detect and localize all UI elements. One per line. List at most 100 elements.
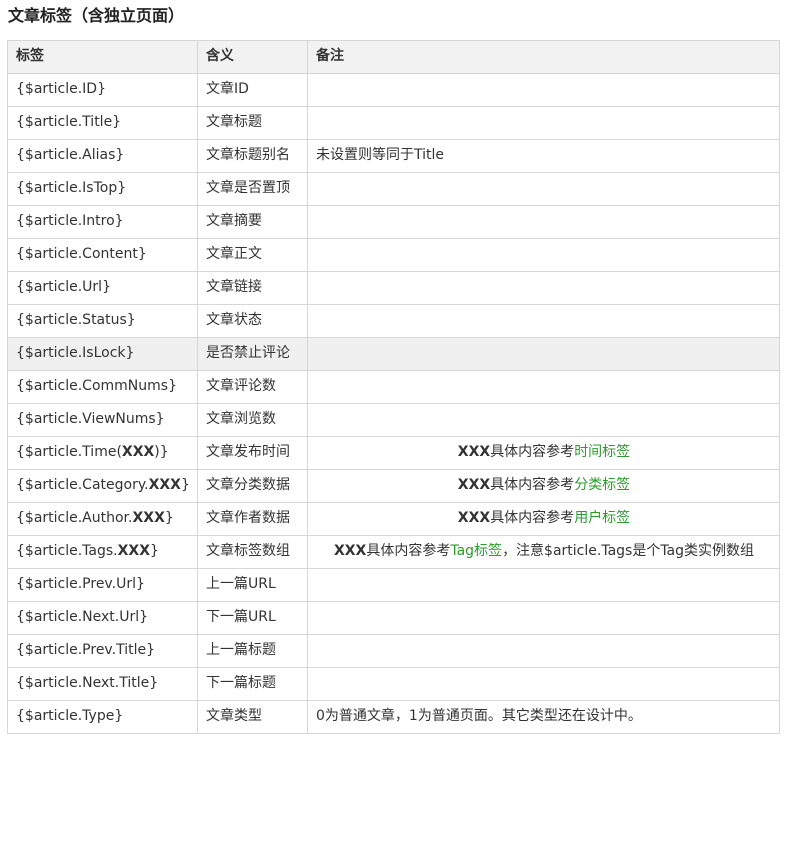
table-row: {$article.CommNums} 文章评论数 [7,370,780,404]
tag-prefix: {$article.Category. [16,477,149,493]
note-tail: ，注意$article.Tags是个Tag类实例数组 [502,543,755,559]
table-row: {$article.Title} 文章标题 [7,106,780,140]
tag-placeholder: XXX [132,510,165,526]
tag-cell: {$article.Next.Url} [7,601,198,635]
tag-cell: {$article.Intro} [7,205,198,239]
table-row: {$article.Type} 文章类型 0为普通文章，1为普通页面。其它类型还… [7,700,780,734]
header-note: 备注 [307,40,780,74]
table-row: {$article.IsTop} 文章是否置顶 [7,172,780,206]
note-cell [307,73,780,107]
header-meaning: 含义 [197,40,308,74]
note-link-user-tags[interactable]: 用户标签 [574,510,630,526]
table-row: {$article.Content} 文章正文 [7,238,780,272]
note-link-tag-tags[interactable]: Tag标签 [450,543,502,559]
note-cell [307,304,780,338]
meaning-cell: 文章评论数 [197,370,308,404]
table-row: {$article.ID} 文章ID [7,73,780,107]
table-row: {$article.Intro} 文章摘要 [7,205,780,239]
note-text: 具体内容参考 [490,477,575,493]
meaning-cell: 是否禁止评论 [197,337,308,371]
note-cell [307,238,780,272]
meaning-cell: 文章标题 [197,106,308,140]
note-text: 具体内容参考 [490,444,575,460]
note-cell: XXX具体内容参考时间标签 [307,436,780,470]
note-cell: XXX具体内容参考Tag标签，注意$article.Tags是个Tag类实例数组 [307,535,780,569]
tag-cell: {$article.Type} [7,700,198,734]
tag-table: 标签 含义 备注 {$article.ID} 文章ID {$article.Ti… [7,40,780,734]
tag-cell: {$article.Next.Title} [7,667,198,701]
meaning-cell: 文章状态 [197,304,308,338]
meaning-cell: 下一篇标题 [197,667,308,701]
note-cell [307,601,780,635]
note-cell [307,634,780,668]
meaning-cell: 文章标题别名 [197,139,308,173]
meaning-cell: 上一篇URL [197,568,308,602]
note-cell: 未设置则等同于Title [307,139,780,173]
tag-cell: {$article.CommNums} [7,370,198,404]
note-cell: XXX具体内容参考分类标签 [307,469,780,503]
note-text: 具体内容参考 [490,510,575,526]
meaning-cell: 文章摘要 [197,205,308,239]
tag-suffix: )} [154,444,169,460]
table-row: {$article.Prev.Title} 上一篇标题 [7,634,780,668]
table-row: {$article.Url} 文章链接 [7,271,780,305]
tag-cell: {$article.Alias} [7,139,198,173]
meaning-cell: 文章类型 [197,700,308,734]
note-link-time-tags[interactable]: 时间标签 [574,444,630,460]
tag-cell: {$article.Content} [7,238,198,272]
tag-prefix: {$article.Tags. [16,543,118,559]
note-cell [307,568,780,602]
table-row: {$article.ViewNums} 文章浏览数 [7,403,780,437]
table-row: {$article.Next.Url} 下一篇URL [7,601,780,635]
tag-prefix: {$article.Author. [16,510,133,526]
tag-suffix: } [164,510,174,526]
meaning-cell: 文章ID [197,73,308,107]
tag-cell: {$article.IsTop} [7,172,198,206]
table-row: {$article.Category.XXX} 文章分类数据 XXX具体内容参考… [7,469,780,503]
meaning-cell: 文章分类数据 [197,469,308,503]
tag-placeholder: XXX [148,477,181,493]
note-link-category-tags[interactable]: 分类标签 [574,477,630,493]
tag-cell: {$article.Tags.XXX} [7,535,198,569]
tag-cell: {$article.Url} [7,271,198,305]
note-cell [307,172,780,206]
meaning-cell: 下一篇URL [197,601,308,635]
meaning-cell: 上一篇标题 [197,634,308,668]
note-cell [307,667,780,701]
table-row: {$article.Alias} 文章标题别名 未设置则等同于Title [7,139,780,173]
note-cell [307,403,780,437]
header-tag: 标签 [7,40,198,74]
tag-suffix: } [180,477,190,493]
page-title: 文章标签（含独立页面） [8,6,185,25]
tag-cell: {$article.Author.XXX} [7,502,198,536]
meaning-cell: 文章链接 [197,271,308,305]
tag-cell: {$article.ID} [7,73,198,107]
meaning-cell: 文章是否置顶 [197,172,308,206]
note-placeholder: XXX [333,543,367,559]
tag-cell: {$article.ViewNums} [7,403,198,437]
table-header-row: 标签 含义 备注 [7,40,780,74]
note-text: 具体内容参考 [366,543,451,559]
tag-cell: {$article.Status} [7,304,198,338]
note-cell [307,337,780,371]
meaning-cell: 文章标签数组 [197,535,308,569]
page: 文章标签（含独立页面） 标签 含义 备注 {$article.ID} 文章ID … [0,0,785,866]
tag-prefix: {$article.Time( [16,444,122,460]
meaning-cell: 文章浏览数 [197,403,308,437]
note-placeholder: XXX [457,444,491,460]
tag-suffix: } [150,543,159,559]
table-row: {$article.Time(XXX)} 文章发布时间 XXX具体内容参考时间标… [7,436,780,470]
note-placeholder: XXX [457,477,491,493]
meaning-cell: 文章作者数据 [197,502,308,536]
tag-cell: {$article.Title} [7,106,198,140]
meaning-cell: 文章发布时间 [197,436,308,470]
table-row: {$article.Author.XXX} 文章作者数据 XXX 具体内容参考用户… [7,502,780,536]
note-cell: 0为普通文章，1为普通页面。其它类型还在设计中。 [307,700,780,734]
tag-cell: {$article.Time(XXX)} [7,436,198,470]
tag-cell: {$article.Prev.Url} [7,568,198,602]
tag-cell: {$article.Category.XXX} [7,469,198,503]
table-row: {$article.Next.Title} 下一篇标题 [7,667,780,701]
meaning-cell: 文章正文 [197,238,308,272]
note-cell [307,205,780,239]
note-cell [307,271,780,305]
